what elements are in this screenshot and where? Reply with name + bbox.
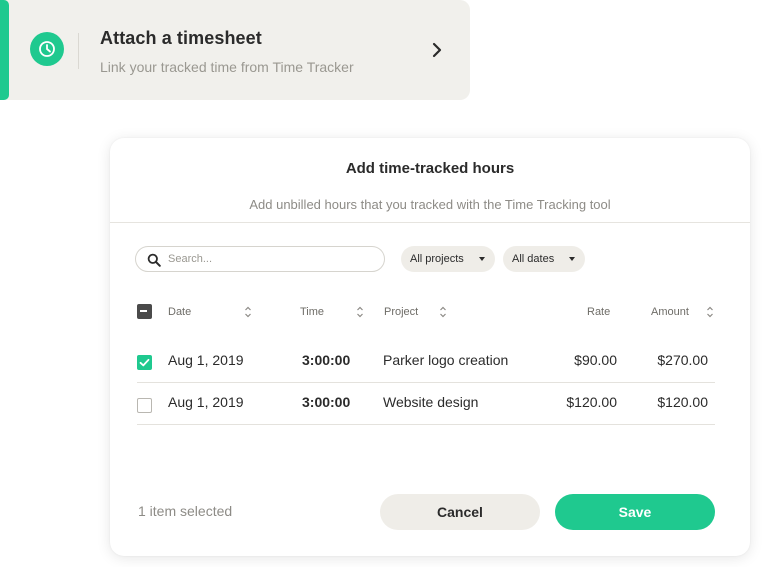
table-row[interactable]: Aug 1, 2019 3:00:00 Website design $120.… — [137, 383, 715, 425]
column-header-amount[interactable]: Amount — [651, 306, 689, 318]
projects-filter-dropdown[interactable]: All projects — [401, 246, 495, 272]
column-header-time[interactable]: Time — [300, 306, 324, 318]
row-divider — [137, 424, 715, 425]
sort-icon[interactable] — [706, 305, 714, 319]
check-icon — [139, 358, 150, 367]
row-amount: $270.00 — [657, 352, 708, 368]
cancel-button[interactable]: Cancel — [380, 494, 540, 530]
sort-icon[interactable] — [244, 305, 252, 319]
dialog-subtitle: Add unbilled hours that you tracked with… — [249, 197, 611, 212]
selection-status: 1 item selected — [138, 503, 233, 519]
caret-down-icon — [569, 257, 575, 261]
row-checkbox[interactable] — [137, 355, 152, 370]
save-button[interactable]: Save — [555, 494, 715, 530]
projects-filter-label: All projects — [410, 253, 464, 265]
row-date: Aug 1, 2019 — [168, 394, 244, 410]
row-rate: $120.00 — [566, 394, 617, 410]
search-icon — [147, 253, 161, 267]
add-hours-dialog: Add time-tracked hours Add unbilled hour… — [110, 138, 750, 556]
caret-down-icon — [479, 257, 485, 261]
column-header-rate[interactable]: Rate — [587, 306, 610, 318]
row-rate: $90.00 — [574, 352, 617, 368]
dialog-title: Add time-tracked hours — [345, 160, 515, 177]
sort-icon[interactable] — [356, 305, 364, 319]
clock-icon — [30, 32, 64, 66]
dates-filter-dropdown[interactable]: All dates — [503, 246, 585, 272]
row-time: 3:00:00 — [302, 352, 351, 368]
dialog-divider — [110, 222, 750, 223]
select-all-checkbox[interactable] — [137, 304, 152, 319]
row-project: Parker logo creation — [383, 352, 509, 368]
column-header-date[interactable]: Date — [168, 306, 191, 318]
sort-icon[interactable] — [439, 305, 447, 319]
attach-timesheet-card[interactable]: Attach a timesheet Link your tracked tim… — [0, 0, 470, 100]
row-checkbox[interactable] — [137, 398, 152, 413]
row-project: Website design — [383, 394, 479, 410]
row-amount: $120.00 — [657, 394, 708, 410]
card-divider — [78, 33, 79, 69]
table-row[interactable]: Aug 1, 2019 3:00:00 Parker logo creation… — [137, 341, 715, 383]
dates-filter-label: All dates — [512, 253, 555, 265]
search-input[interactable] — [168, 250, 368, 268]
accent-bar — [0, 0, 9, 100]
chevron-right-icon[interactable] — [428, 41, 446, 59]
row-date: Aug 1, 2019 — [168, 352, 244, 368]
search-box[interactable] — [135, 246, 385, 272]
attach-subtitle: Link your tracked time from Time Tracker — [100, 59, 354, 75]
row-time: 3:00:00 — [302, 394, 351, 410]
attach-title: Attach a timesheet — [100, 28, 262, 48]
column-header-project[interactable]: Project — [384, 306, 418, 318]
